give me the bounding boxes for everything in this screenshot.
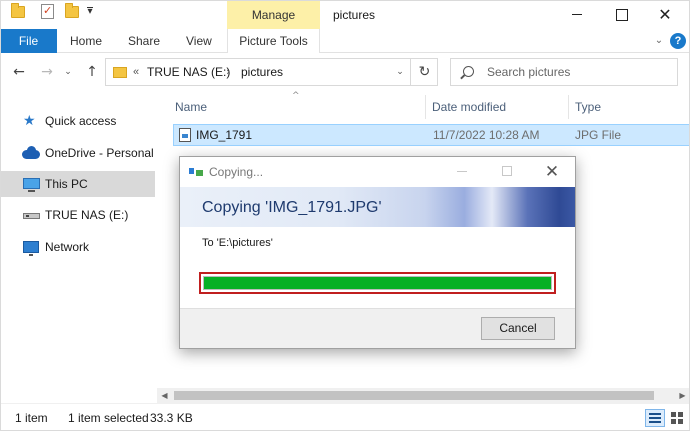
navigation-pane: ★ Quick access OneDrive - Personal This … [0, 91, 157, 403]
folder-icon[interactable] [11, 3, 25, 18]
dialog-heading: Copying 'IMG_1791.JPG' [202, 199, 382, 216]
sort-ascending-icon: ^ [292, 91, 300, 101]
breadcrumb-pictures[interactable]: pictures [241, 64, 283, 80]
sidebar-item-label: OneDrive - Personal [45, 146, 154, 160]
search-icon [463, 66, 474, 77]
scroll-right-icon[interactable]: ▶ [675, 388, 690, 403]
sidebar-item-network[interactable]: Network [0, 234, 155, 260]
sidebar-item-this-pc[interactable]: This PC [0, 171, 155, 197]
progress-highlight-outline [199, 272, 556, 294]
sidebar-item-quick-access[interactable]: ★ Quick access [0, 108, 155, 134]
recent-locations-chevron-icon[interactable]: ⌄ [62, 63, 74, 81]
cloud-icon [22, 146, 40, 159]
sidebar-item-label: TRUE NAS (E:) [45, 208, 129, 222]
breadcrumb-true-nas[interactable]: TRUE NAS (E:) [147, 64, 230, 80]
column-header-type[interactable]: Type [575, 98, 601, 116]
refresh-icon[interactable]: ↻ [410, 59, 438, 85]
new-folder-icon[interactable] [65, 3, 79, 18]
dialog-title-bar: Copying... ✕ [180, 157, 575, 187]
sidebar-item-label: Network [45, 240, 90, 254]
column-header-name[interactable]: Name [175, 98, 207, 116]
tab-file[interactable]: File [0, 29, 57, 53]
manage-context-tab[interactable]: Manage [227, 0, 320, 29]
properties-icon[interactable] [41, 4, 54, 19]
dialog-close-icon[interactable]: ✕ [540, 161, 564, 183]
sidebar-item-label: This PC [45, 177, 88, 191]
folder-icon [113, 67, 127, 78]
image-file-icon [179, 128, 191, 142]
sidebar-item-label: Quick access [45, 114, 117, 128]
dialog-banner: Copying 'IMG_1791.JPG' [180, 187, 575, 227]
copy-destination: To 'E:\pictures' [202, 237, 273, 249]
search-input[interactable] [487, 59, 667, 85]
large-icons-view-icon[interactable] [668, 409, 686, 427]
title-bar: ▾ Manage pictures ✕ [0, 0, 690, 29]
column-divider[interactable] [568, 95, 569, 119]
progress-bar-fill [204, 277, 551, 289]
computer-icon [23, 178, 40, 192]
forward-arrow-icon[interactable]: → [38, 63, 56, 81]
dialog-minimize-button[interactable] [457, 171, 467, 172]
drive-icon [23, 213, 40, 219]
maximize-button[interactable] [598, 0, 644, 29]
back-arrow-icon[interactable]: ← [10, 63, 28, 81]
file-name: IMG_1791 [196, 128, 253, 142]
file-type: JPG File [575, 128, 622, 142]
status-bar: 1 item 1 item selected 33.3 KB [0, 403, 690, 431]
column-divider[interactable] [425, 95, 426, 119]
address-toolbar: ← → ⌄ ↑ « TRUE NAS (E:) › pictures ⌄ ↻ [0, 53, 690, 91]
network-icon [23, 241, 39, 256]
star-icon: ★ [23, 113, 36, 129]
status-item-count: 1 item [15, 411, 48, 425]
customize-quick-access-icon[interactable]: ▾ [84, 5, 96, 19]
table-row[interactable]: IMG_1791 11/7/2022 10:28 AM JPG File [173, 124, 690, 146]
status-selected: 1 item selected [68, 411, 149, 425]
scrollbar-thumb[interactable] [174, 391, 654, 400]
sidebar-item-true-nas[interactable]: TRUE NAS (E:) [0, 202, 155, 228]
copy-icon [189, 167, 203, 177]
breadcrumb-chevron-icon[interactable]: › [226, 64, 230, 80]
dialog-title: Copying... [209, 165, 264, 179]
expand-ribbon-chevron-icon[interactable]: ⌄ [652, 34, 666, 48]
copy-progress-dialog: Copying... ✕ Copying 'IMG_1791.JPG' To '… [179, 156, 576, 349]
address-bar[interactable]: « TRUE NAS (E:) › pictures ⌄ ↻ [105, 58, 438, 86]
column-header-date-modified[interactable]: Date modified [432, 98, 506, 116]
tab-picture-tools[interactable]: Picture Tools [227, 29, 320, 53]
tab-share[interactable]: Share [128, 29, 160, 53]
tab-home[interactable]: Home [70, 29, 102, 53]
details-view-icon[interactable] [645, 409, 665, 427]
help-icon[interactable]: ? [670, 33, 686, 49]
breadcrumb-overflow-icon[interactable]: « [133, 64, 139, 80]
horizontal-scrollbar[interactable]: ◀ ▶ [157, 388, 690, 403]
dialog-maximize-button[interactable] [502, 166, 512, 176]
sidebar-item-onedrive[interactable]: OneDrive - Personal [0, 140, 155, 166]
scroll-left-icon[interactable]: ◀ [157, 388, 172, 403]
status-size: 33.3 KB [150, 411, 193, 425]
ribbon-tabs: File Home Share View Picture Tools ⌄ ? [0, 29, 690, 53]
address-dropdown-chevron-icon[interactable]: ⌄ [390, 59, 410, 85]
progress-bar [203, 276, 552, 290]
up-arrow-icon[interactable]: ↑ [83, 63, 101, 81]
cancel-button[interactable]: Cancel [481, 317, 555, 340]
tab-view[interactable]: View [186, 29, 212, 53]
close-button[interactable]: ✕ [642, 0, 688, 29]
window-title: pictures [333, 8, 376, 22]
dialog-footer: Cancel [180, 308, 575, 348]
minimize-button[interactable] [554, 0, 600, 29]
file-date-modified: 11/7/2022 10:28 AM [433, 128, 540, 142]
search-box[interactable] [450, 58, 678, 86]
